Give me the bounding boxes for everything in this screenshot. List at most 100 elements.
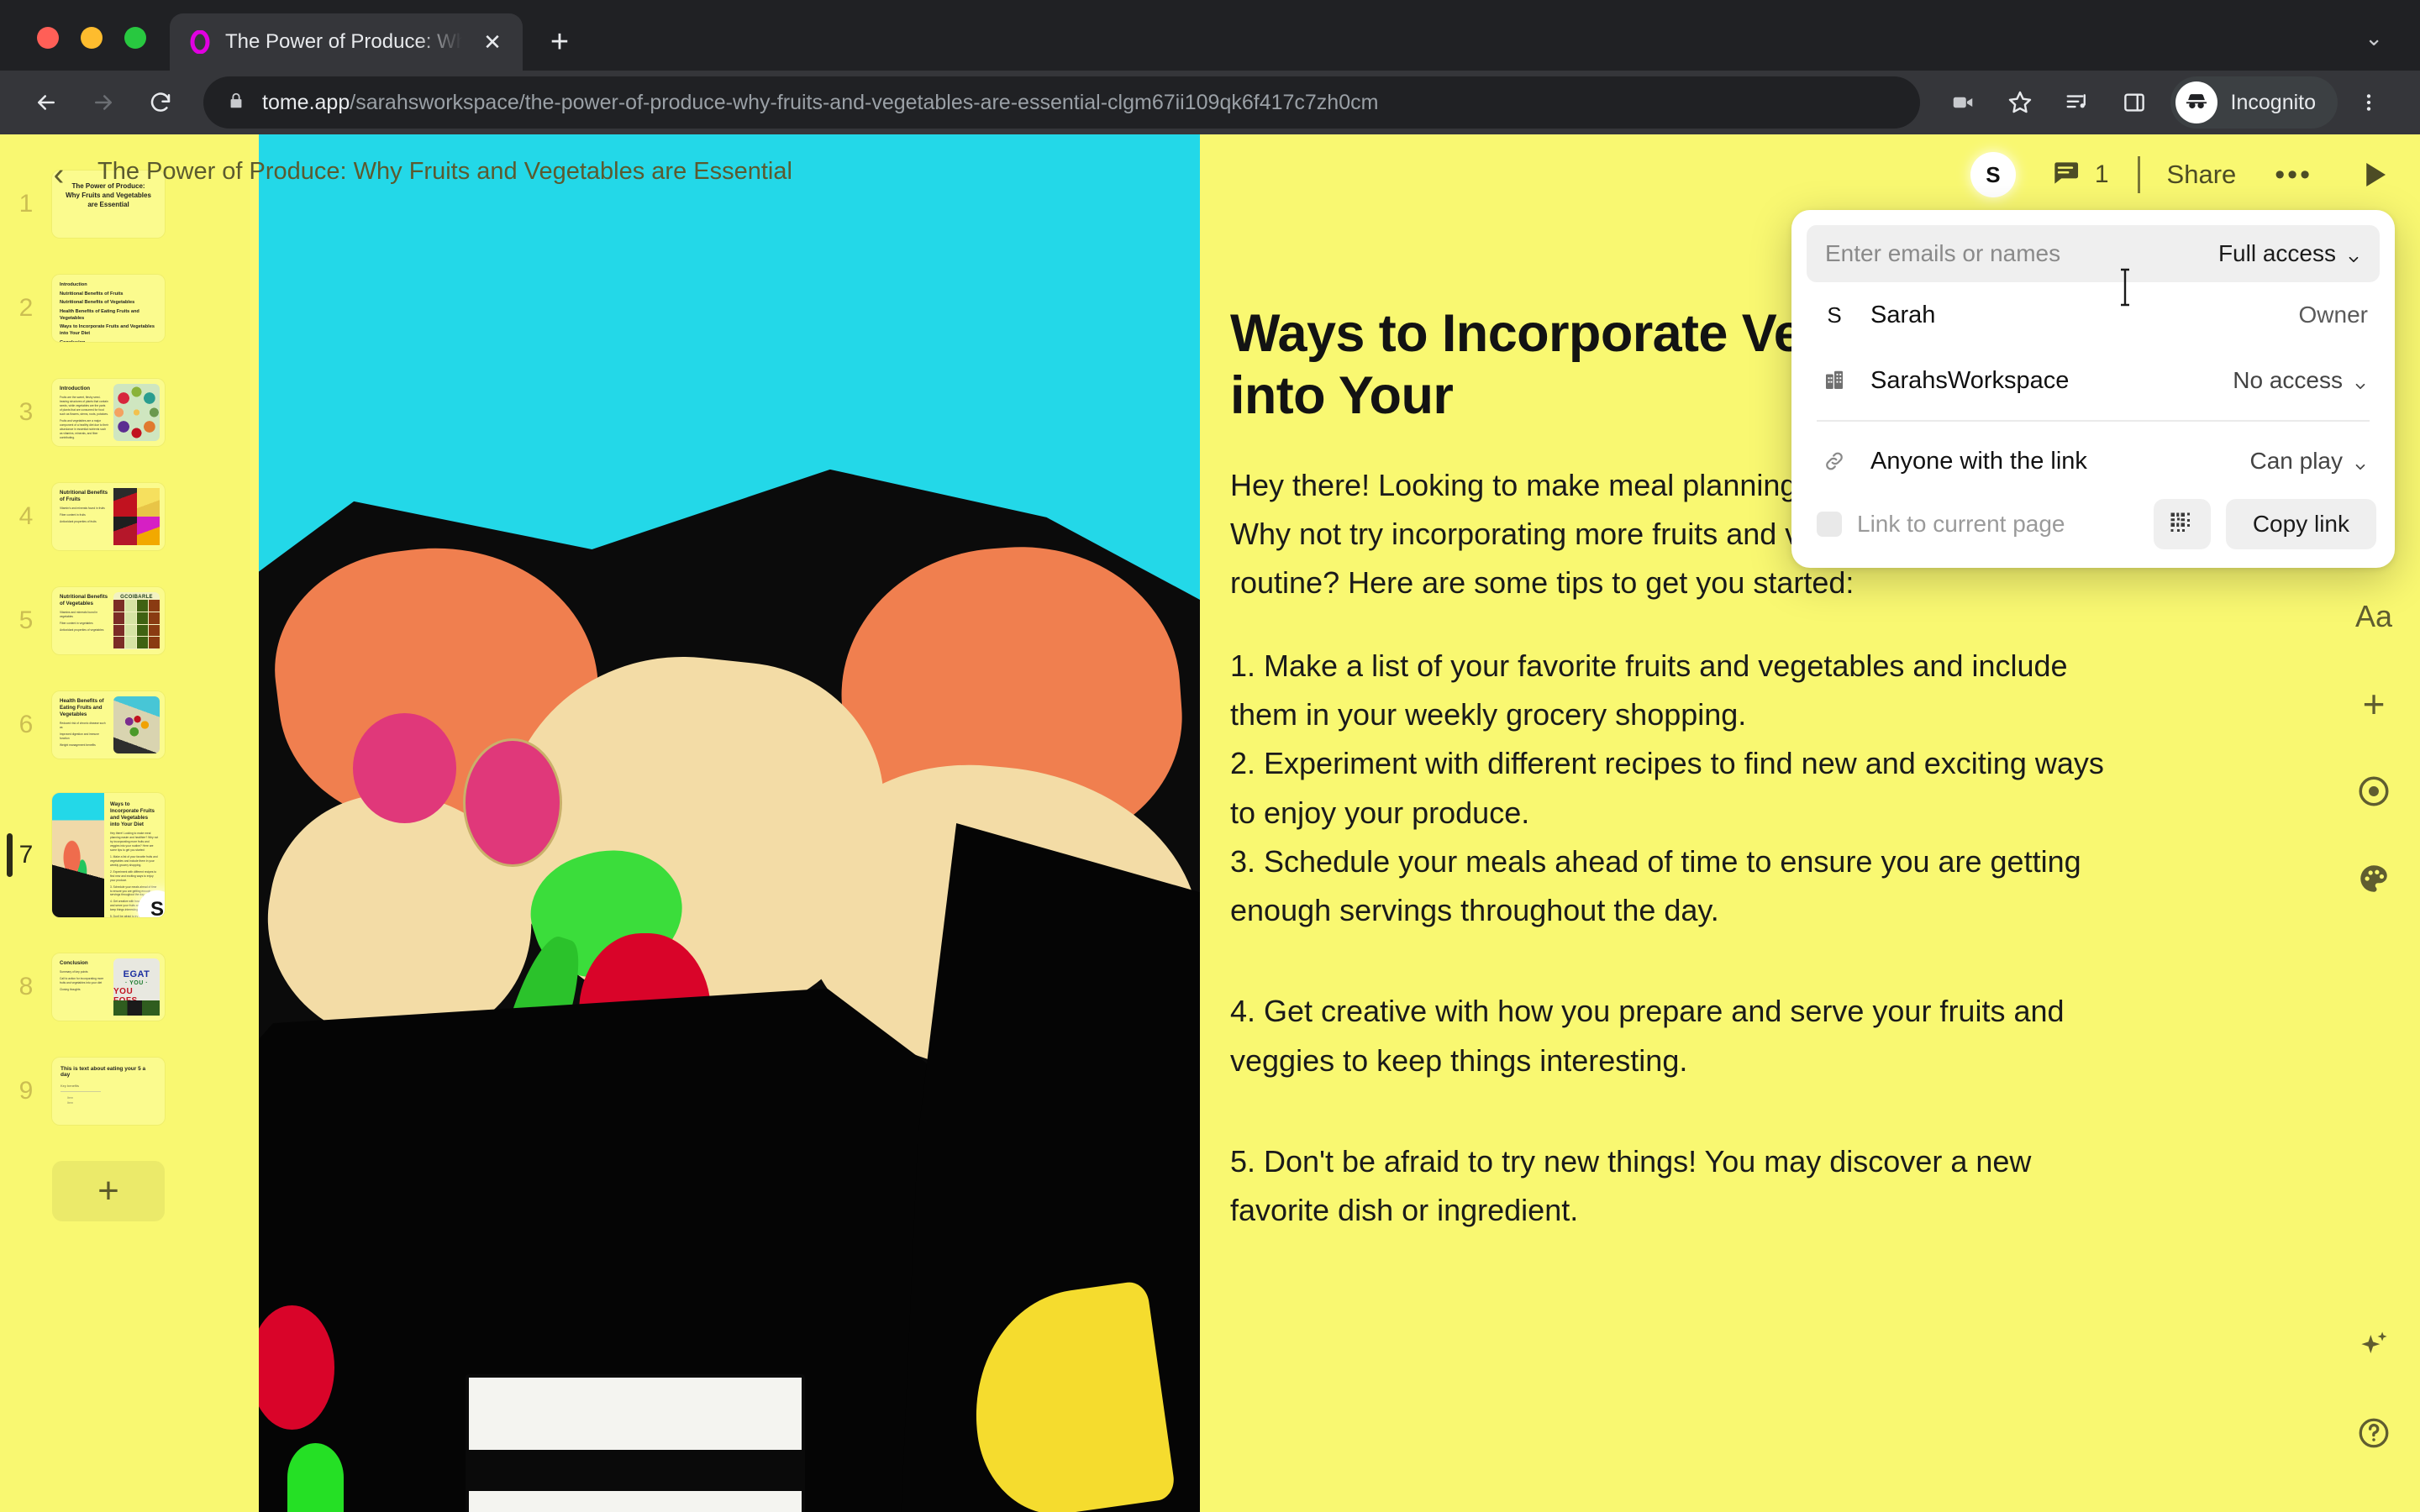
video-camera-icon[interactable] bbox=[1937, 76, 1989, 129]
kebab-menu-icon[interactable] bbox=[2343, 76, 2395, 129]
reload-button[interactable] bbox=[134, 76, 187, 129]
qr-code-button[interactable] bbox=[2153, 499, 2211, 549]
link-to-current-page-checkbox[interactable] bbox=[1817, 512, 1842, 537]
slide-steps-group-2[interactable]: 4. Get creative with how you prepare and… bbox=[1230, 987, 2121, 1085]
slide-thumbnail[interactable]: Nutritional Benefits of Fruits Vitamin's… bbox=[52, 483, 165, 550]
poster-line-1: EGAT bbox=[123, 969, 150, 979]
share-email-input[interactable]: Enter emails or names bbox=[1825, 240, 2210, 267]
new-tab-button[interactable]: + bbox=[536, 18, 583, 66]
profile-incognito-pill[interactable]: Incognito bbox=[2170, 76, 2338, 129]
avatar[interactable]: S bbox=[1970, 152, 2016, 197]
thumbnail-item-9[interactable]: 9 This is text about eating your 5 a day… bbox=[0, 1045, 259, 1137]
maximize-window-button[interactable] bbox=[124, 27, 146, 49]
slide-thumbnail-active[interactable]: Ways to Incorporate Fruits and Vegetable… bbox=[52, 793, 165, 917]
thumbnail-image-mandala bbox=[113, 384, 160, 441]
thumbnail-item-8[interactable]: 8 Conclusion Summary of key points Call … bbox=[0, 941, 259, 1033]
slide-steps-group-1[interactable]: 1. Make a list of your favorite fruits a… bbox=[1230, 642, 2121, 936]
thumbnail-item-4[interactable]: 4 Nutritional Benefits of Fruits Vitamin… bbox=[0, 470, 259, 563]
share-access-selector[interactable]: Full access bbox=[2218, 240, 2361, 267]
star-icon[interactable] bbox=[1994, 76, 2046, 129]
thumbnail-item-7[interactable]: 7 Ways to Incorporate Fruits and Vegetab… bbox=[0, 788, 259, 922]
side-panel-icon[interactable] bbox=[2108, 76, 2160, 129]
thumbnail-number: 4 bbox=[18, 502, 34, 530]
active-slide-indicator bbox=[7, 833, 13, 877]
forward-button[interactable] bbox=[77, 76, 129, 129]
thumbnail-number: 6 bbox=[18, 711, 34, 738]
slide-thumbnail[interactable]: Introduction Nutritional Benefits of Fru… bbox=[52, 275, 165, 342]
thumbnail-number: 8 bbox=[18, 973, 34, 1000]
slide-canvas: ‹ The Power of Produce: Why Fruits and V… bbox=[54, 134, 2420, 1512]
close-window-button[interactable] bbox=[37, 27, 59, 49]
share-link-label: Anyone with the link bbox=[1870, 447, 2087, 475]
thumbnail-item-5[interactable]: 5 Nutritional Benefits of Vegetables Vit… bbox=[0, 575, 259, 667]
browser-tab[interactable]: The Power of Produce: Why Fru ✕ bbox=[170, 13, 523, 71]
record-tool[interactable] bbox=[2344, 761, 2404, 822]
share-member-role: Owner bbox=[2298, 302, 2368, 328]
comment-bubble-icon bbox=[2049, 157, 2081, 193]
minimize-window-button[interactable] bbox=[81, 27, 103, 49]
thumbnail-number: 3 bbox=[18, 398, 34, 426]
share-link-access-selector[interactable]: Can play bbox=[2249, 448, 2368, 475]
chevron-down-icon[interactable]: ⌄ bbox=[2365, 27, 2420, 71]
thumbnail-layout: Health Benefits of Eating Fruits and Veg… bbox=[52, 691, 165, 759]
help-tool[interactable] bbox=[2344, 1403, 2404, 1463]
slide-step: 5. Don't be afraid to try new things! Yo… bbox=[1230, 1144, 2032, 1228]
share-popover: Enter emails or names Full access S Sara… bbox=[1791, 210, 2395, 568]
thumbnail-paragraph: 1. Make a list of your favorite fruits a… bbox=[110, 854, 158, 867]
share-bottom-row: Link to current page Copy link bbox=[1807, 494, 2380, 549]
slide-thumbnail[interactable]: This is text about eating your 5 a day K… bbox=[52, 1058, 165, 1125]
thumbnail-paragraph: Antioxidant properties of fruits bbox=[60, 520, 97, 523]
share-link-access-row[interactable]: Anyone with the link Can play bbox=[1807, 428, 2380, 494]
theme-tool[interactable] bbox=[2344, 848, 2404, 909]
thumbnail-bullet: Item bbox=[67, 1101, 73, 1105]
media-list-icon[interactable] bbox=[2051, 76, 2103, 129]
deck-header-actions: S 1 Share ••• bbox=[1970, 134, 2420, 215]
thumbnail-image-veg-chart: GCOIBARLE bbox=[113, 592, 160, 649]
thumbnail-paragraph: Fruits are the sweet, fleshy seed-bearin… bbox=[60, 396, 108, 416]
deck-title[interactable]: The Power of Produce: Why Fruits and Veg… bbox=[97, 158, 792, 186]
comments-button[interactable]: 1 bbox=[2049, 157, 2109, 193]
thumbnail-layout: Conclusion Summary of key points Call to… bbox=[52, 953, 165, 1021]
slide-thumbnail[interactable]: Conclusion Summary of key points Call to… bbox=[52, 953, 165, 1021]
slide-thumbnail[interactable]: Nutritional Benefits of Vegetables Vitam… bbox=[52, 587, 165, 654]
user-avatar-icon: S bbox=[1817, 302, 1852, 328]
thumbnail-item-2[interactable]: 2 Introduction Nutritional Benefits of F… bbox=[0, 262, 259, 354]
sparkle-icon bbox=[2361, 1331, 2387, 1354]
avatar-initial: S bbox=[1827, 302, 1842, 328]
share-button[interactable]: Share bbox=[2167, 160, 2237, 190]
slide-thumbnail[interactable]: Health Benefits of Eating Fruits and Veg… bbox=[52, 691, 165, 759]
thumbnail-item-3[interactable]: 3 Introduction Fruits are the sweet, fle… bbox=[0, 366, 259, 459]
header-divider bbox=[2137, 156, 2140, 193]
add-tool[interactable]: + bbox=[2344, 674, 2404, 734]
thumbnail-image-hands bbox=[52, 793, 104, 917]
slide-steps-group-3[interactable]: 5. Don't be afraid to try new things! Yo… bbox=[1230, 1137, 2121, 1236]
thumbnail-rule bbox=[60, 1091, 102, 1093]
address-bar[interactable]: tome.app/sarahsworkspace/the-power-of-pr… bbox=[203, 76, 1920, 129]
thumbnail-paragraph: Closing thoughts bbox=[60, 987, 81, 991]
thumbnail-heading: This is text about eating your 5 a day bbox=[60, 1066, 146, 1078]
close-tab-button[interactable]: ✕ bbox=[476, 25, 509, 59]
slide-thumbnail-rail[interactable]: 1 The Power of Produce: Why Fruits and V… bbox=[0, 134, 259, 1512]
link-chain-icon bbox=[1817, 449, 1852, 473]
add-slide-button[interactable]: + bbox=[52, 1161, 165, 1221]
share-member-row-sarah[interactable]: S Sarah Owner bbox=[1807, 282, 2380, 348]
thumbnail-paragraph: Hey there! Looking to make meal planning… bbox=[110, 832, 159, 852]
share-invite-row[interactable]: Enter emails or names Full access bbox=[1807, 225, 2380, 282]
play-presentation-button[interactable] bbox=[2356, 157, 2391, 192]
share-member-row-workspace[interactable]: SarahsWorkspace No access bbox=[1807, 348, 2380, 413]
back-to-workspace-button[interactable]: ‹ bbox=[34, 150, 84, 200]
share-workspace-access-selector[interactable]: No access bbox=[2233, 367, 2368, 394]
slide-step: 3. Schedule your meals ahead of time to … bbox=[1230, 843, 2081, 928]
more-options-button[interactable]: ••• bbox=[2275, 160, 2312, 189]
back-button[interactable] bbox=[20, 76, 72, 129]
copy-link-button[interactable]: Copy link bbox=[2225, 499, 2376, 549]
thumbnail-layout: Nutritional Benefits of Fruits Vitamin's… bbox=[52, 483, 165, 550]
ai-tool[interactable] bbox=[2344, 1315, 2404, 1376]
window-traffic-lights bbox=[0, 27, 146, 71]
thumbnail-heading: Introduction bbox=[60, 386, 91, 391]
slide-thumbnail[interactable]: Introduction Fruits are the sweet, flesh… bbox=[52, 379, 165, 446]
thumbnail-item-6[interactable]: 6 Health Benefits of Eating Fruits and V… bbox=[0, 679, 259, 771]
thumbnail-image-basket bbox=[113, 696, 160, 753]
text-format-tool[interactable]: Aa bbox=[2344, 586, 2404, 647]
thumbnail-heading: Health Benefits of Eating Fruits and Veg… bbox=[60, 698, 104, 718]
